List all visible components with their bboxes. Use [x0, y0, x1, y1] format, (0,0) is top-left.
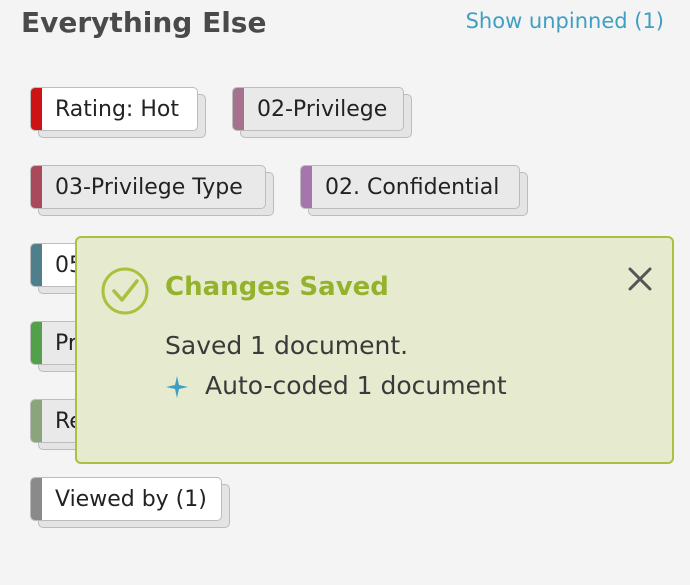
- tag-label: 02. Confidential: [325, 174, 500, 200]
- tag-label: Viewed by (1): [55, 486, 207, 512]
- tag-color-bar: [31, 322, 42, 364]
- tag-chip[interactable]: 03-Privilege Type: [30, 165, 274, 216]
- tag-face: Viewed by (1): [30, 477, 222, 521]
- tag-color-bar: [301, 166, 312, 208]
- tag-face: 02. Confidential: [300, 165, 520, 209]
- section-title: Everything Else: [21, 6, 267, 39]
- tag-label: 03-Privilege Type: [55, 174, 243, 200]
- tag-color-bar: [31, 244, 42, 286]
- tag-face: 02-Privilege: [232, 87, 404, 131]
- tag-label: Rating: Hot: [55, 96, 179, 122]
- close-icon[interactable]: [624, 263, 656, 295]
- tag-face: Rating: Hot: [30, 87, 198, 131]
- tag-label: 02-Privilege: [257, 96, 388, 122]
- changes-saved-toast: Changes Saved Saved 1 document. Auto-cod…: [75, 236, 674, 464]
- toast-title: Changes Saved: [165, 272, 389, 302]
- toast-autocoded-message: Auto-coded 1 document: [205, 371, 507, 400]
- tag-chip[interactable]: 02. Confidential: [300, 165, 528, 216]
- tag-chip[interactable]: Rating: Hot: [30, 87, 206, 138]
- sparkle-icon: [166, 376, 188, 398]
- tag-chip[interactable]: Viewed by (1): [30, 477, 230, 528]
- tag-color-bar: [31, 400, 42, 442]
- toast-message: Saved 1 document.: [165, 331, 409, 360]
- tag-color-bar: [31, 166, 42, 208]
- tag-chip[interactable]: 02-Privilege: [232, 87, 412, 138]
- tag-face: 03-Privilege Type: [30, 165, 266, 209]
- tag-color-bar: [233, 88, 244, 130]
- show-unpinned-link[interactable]: Show unpinned (1): [466, 9, 664, 33]
- check-circle-icon: [101, 267, 149, 315]
- tag-color-bar: [31, 478, 42, 520]
- tag-color-bar: [31, 88, 42, 130]
